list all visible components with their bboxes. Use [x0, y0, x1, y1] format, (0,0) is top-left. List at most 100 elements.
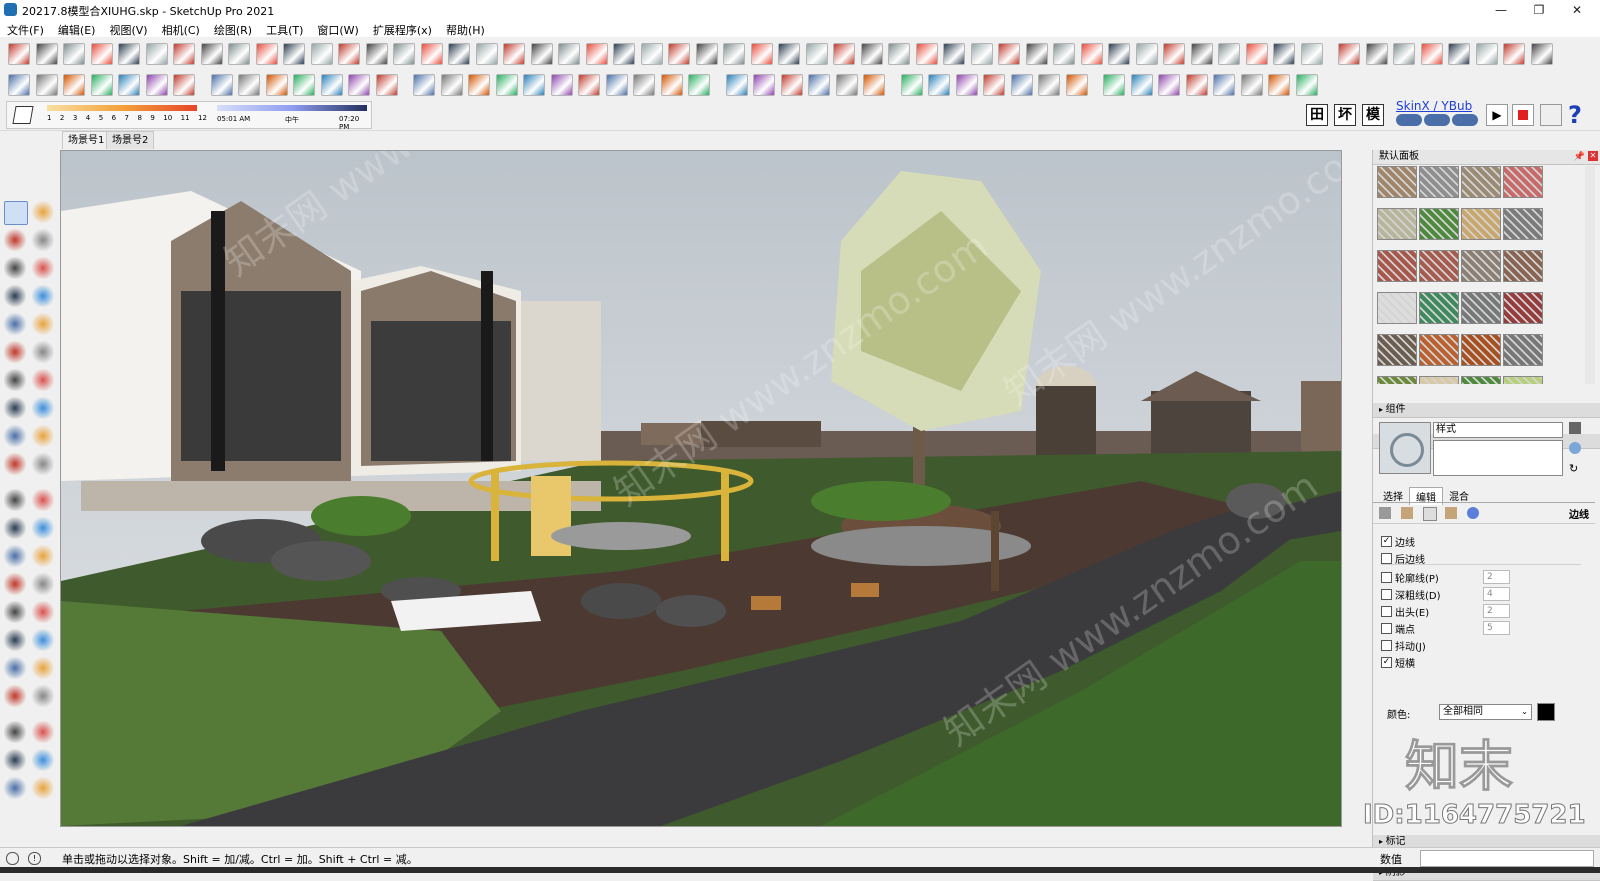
- option-depth-cue[interactable]: 深粗线(D): [1381, 587, 1441, 602]
- toolbar-tool-icon[interactable]: [283, 43, 305, 65]
- grid-tool-button[interactable]: 田: [1306, 104, 1328, 126]
- toolbar-tool-icon[interactable]: [8, 74, 30, 96]
- toolbar-tool-icon[interactable]: [1213, 74, 1235, 96]
- menu-tools[interactable]: 工具(T): [259, 20, 310, 37]
- drawing-tool-icon[interactable]: [4, 545, 26, 567]
- style-description-field[interactable]: [1433, 440, 1563, 476]
- toolbar-tool-icon[interactable]: [1053, 43, 1075, 65]
- shadow-toggle-icon[interactable]: [12, 106, 34, 124]
- toolbar-tool-icon[interactable]: [753, 74, 775, 96]
- components-header[interactable]: ▸ 组件: [1373, 403, 1600, 418]
- drawing-tool-icon[interactable]: [4, 313, 26, 335]
- material-swatch[interactable]: [1503, 292, 1543, 324]
- material-swatch[interactable]: [1503, 334, 1543, 366]
- pin-icon[interactable]: 📌: [1574, 150, 1585, 164]
- menu-help[interactable]: 帮助(H): [439, 20, 492, 37]
- toolbar-tool-icon[interactable]: [900, 74, 923, 96]
- material-swatch[interactable]: [1461, 166, 1501, 198]
- material-swatch[interactable]: [1419, 208, 1459, 240]
- toolbar-tool-icon[interactable]: [778, 43, 800, 65]
- option-dashes[interactable]: ✓ 短横: [1381, 655, 1415, 670]
- skin-icon-3[interactable]: [1452, 114, 1478, 126]
- toolbar-tool-icon[interactable]: [530, 43, 553, 65]
- material-swatch[interactable]: [1377, 208, 1417, 240]
- toolbar-tool-icon[interactable]: [495, 74, 518, 96]
- month-slider[interactable]: [47, 105, 197, 111]
- play-icon[interactable]: ▶: [1486, 104, 1508, 126]
- drawing-tool-icon[interactable]: [32, 721, 54, 743]
- drawing-tool-icon[interactable]: [4, 629, 26, 651]
- toolbar-tool-icon[interactable]: [1038, 74, 1060, 96]
- toolbar-tool-icon[interactable]: [173, 74, 195, 96]
- checkbox-jitter[interactable]: [1381, 640, 1392, 651]
- material-swatch[interactable]: [1419, 376, 1459, 384]
- toolbar-tool-icon[interactable]: [173, 43, 195, 65]
- checkbox-extension[interactable]: [1381, 606, 1392, 617]
- menu-edit[interactable]: 编辑(E): [51, 20, 103, 37]
- toolbar-tool-icon[interactable]: [1338, 43, 1360, 65]
- toolbar-tool-icon[interactable]: [365, 43, 388, 65]
- toolbar-tool-icon[interactable]: [860, 43, 883, 65]
- material-swatch[interactable]: [1419, 334, 1459, 366]
- toolbar-tool-icon[interactable]: [310, 43, 333, 65]
- update-style-icon[interactable]: ↻: [1569, 462, 1578, 475]
- toolbar-tool-icon[interactable]: [888, 43, 910, 65]
- toolbar-tool-icon[interactable]: [1163, 43, 1185, 65]
- checkbox-dashes[interactable]: ✓: [1381, 657, 1392, 668]
- option-extension[interactable]: 出头(E): [1381, 604, 1429, 619]
- menu-window[interactable]: 窗口(W): [310, 20, 365, 37]
- toolbar-tool-icon[interactable]: [1503, 43, 1525, 65]
- toolbar-tool-icon[interactable]: [1530, 43, 1553, 65]
- material-swatch[interactable]: [1503, 208, 1543, 240]
- toolbar-tool-icon[interactable]: [348, 74, 370, 96]
- drawing-tool-icon[interactable]: [4, 397, 26, 419]
- toolbar-tool-icon[interactable]: [1475, 43, 1498, 65]
- toolbar-tool-icon[interactable]: [255, 43, 278, 65]
- drawing-tool-icon[interactable]: [4, 777, 26, 799]
- toolbar-tool-icon[interactable]: [585, 43, 608, 65]
- toolbar-tool-icon[interactable]: [688, 74, 710, 96]
- toolbar-tool-icon[interactable]: [118, 43, 140, 65]
- skin-icon-2[interactable]: [1424, 114, 1450, 126]
- material-swatch[interactable]: [1503, 166, 1543, 198]
- watermark-settings-icon[interactable]: [1445, 507, 1457, 519]
- toolbar-tool-icon[interactable]: [558, 43, 580, 65]
- drawing-tool-icon[interactable]: [4, 201, 28, 225]
- toolbar-tool-icon[interactable]: [928, 74, 950, 96]
- toolbar-tool-icon[interactable]: [915, 43, 938, 65]
- toolbar-tool-icon[interactable]: [118, 74, 140, 96]
- drawing-tool-icon[interactable]: [4, 453, 26, 475]
- toolbar-tool-icon[interactable]: [475, 43, 498, 65]
- drawing-tool-icon[interactable]: [32, 749, 54, 771]
- toolbar-tool-icon[interactable]: [668, 43, 690, 65]
- drawing-tool-icon[interactable]: [32, 201, 54, 223]
- help-icon[interactable]: ?: [1568, 101, 1592, 129]
- toolbar-tool-icon[interactable]: [613, 43, 635, 65]
- toolbar-tool-icon[interactable]: [1240, 74, 1263, 96]
- toolbar-tool-icon[interactable]: [1448, 43, 1470, 65]
- drawing-tool-icon[interactable]: [4, 425, 26, 447]
- drawing-tool-icon[interactable]: [4, 285, 26, 307]
- edit-tool-icon[interactable]: [1540, 104, 1562, 126]
- drawing-tool-icon[interactable]: [32, 573, 54, 595]
- material-swatch[interactable]: [1377, 334, 1417, 366]
- wall-tool-button[interactable]: 坏: [1334, 104, 1356, 126]
- material-swatch[interactable]: [1461, 334, 1501, 366]
- toolbar-tool-icon[interactable]: [1158, 74, 1180, 96]
- edge-color-select[interactable]: 全部相同 ⌄: [1439, 704, 1532, 720]
- toolbar-tool-icon[interactable]: [550, 74, 573, 96]
- toolbar-tool-icon[interactable]: [8, 43, 30, 65]
- toolbar-tool-icon[interactable]: [1273, 43, 1295, 65]
- toolbar-tool-icon[interactable]: [1365, 43, 1388, 65]
- scene-tab-2[interactable]: 场景号2: [106, 131, 155, 149]
- material-swatch[interactable]: [1461, 250, 1501, 282]
- drawing-tool-icon[interactable]: [4, 685, 26, 707]
- drawing-tool-icon[interactable]: [4, 229, 26, 251]
- material-swatch[interactable]: [1503, 376, 1543, 384]
- edge-color-swatch[interactable]: [1537, 703, 1555, 721]
- toolbar-tool-icon[interactable]: [35, 74, 58, 96]
- material-swatch[interactable]: [1419, 292, 1459, 324]
- drawing-tool-icon[interactable]: [4, 257, 26, 279]
- drawing-tool-icon[interactable]: [32, 545, 54, 567]
- material-swatch[interactable]: [1377, 166, 1417, 198]
